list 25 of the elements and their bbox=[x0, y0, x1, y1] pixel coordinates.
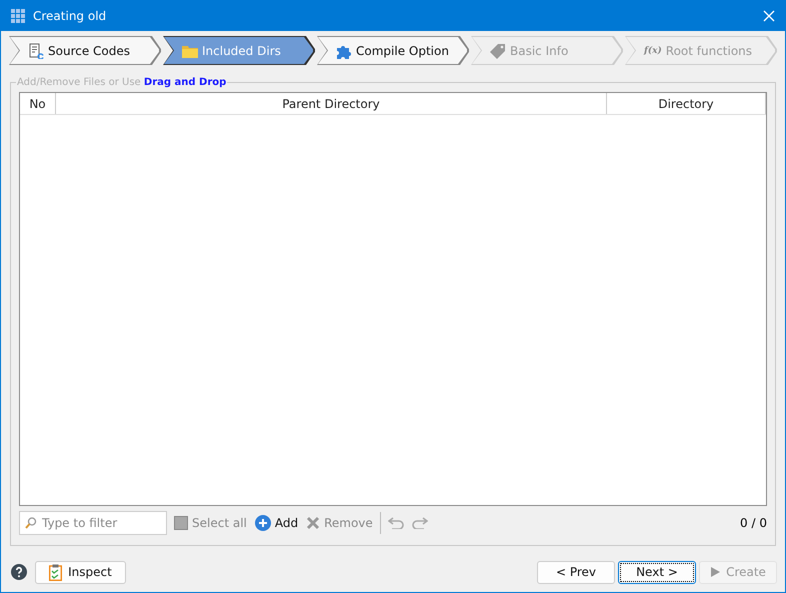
function-icon: f(x) bbox=[644, 46, 662, 56]
clipboard-icon bbox=[49, 564, 62, 580]
folder-icon bbox=[182, 44, 198, 58]
grid-icon bbox=[11, 9, 25, 23]
filter-field[interactable]: Type to filter bbox=[19, 511, 167, 535]
help-icon[interactable] bbox=[11, 564, 27, 580]
add-button[interactable]: Add bbox=[254, 515, 300, 531]
column-header[interactable]: Directory bbox=[607, 93, 766, 114]
item-count: 0 / 0 bbox=[740, 516, 767, 530]
next-button[interactable]: Next > bbox=[618, 560, 696, 584]
prev-button[interactable]: < Prev bbox=[537, 560, 615, 584]
plus-icon bbox=[254, 515, 271, 531]
inspect-button[interactable]: Inspect bbox=[35, 560, 126, 584]
play-icon bbox=[710, 567, 720, 577]
close-icon bbox=[306, 516, 320, 530]
wizard-step-tab[interactable]: Compile Option bbox=[317, 36, 469, 65]
column-header[interactable]: Parent Directory bbox=[56, 93, 607, 114]
column-header[interactable]: No bbox=[20, 93, 56, 114]
tag-icon bbox=[490, 42, 506, 58]
group-caption: Add/Remove Files or Use Drag and Drop bbox=[16, 77, 228, 88]
search-icon bbox=[25, 517, 37, 529]
close-icon[interactable] bbox=[763, 10, 775, 22]
window-title: Creating old bbox=[33, 9, 108, 23]
document-icon bbox=[28, 42, 44, 58]
wizard-step-tab[interactable]: Source Codes bbox=[9, 36, 161, 65]
